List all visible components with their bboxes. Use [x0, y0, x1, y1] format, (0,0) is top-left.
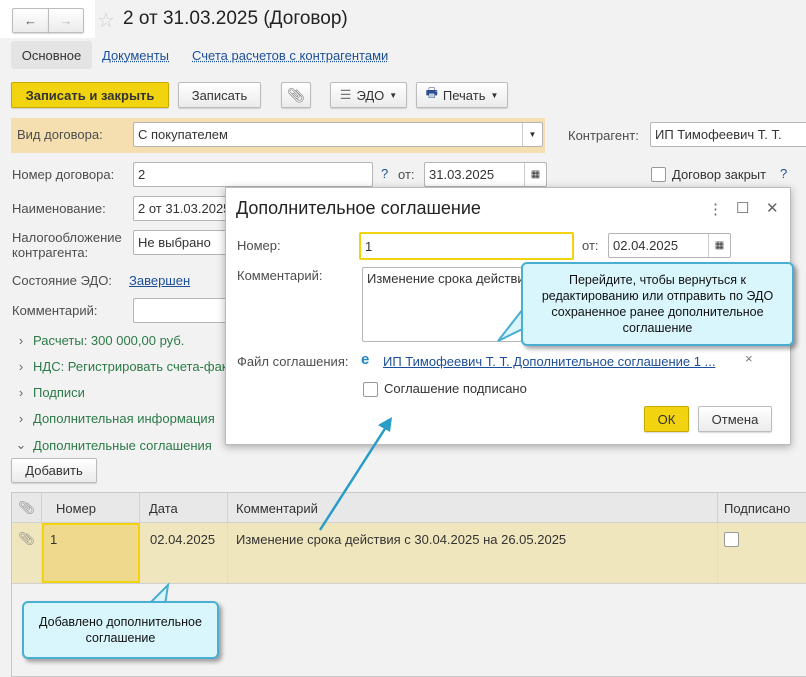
- arrow-line: [318, 423, 390, 531]
- callout-top: Перейдите, чтобы вернуться к редактирова…: [521, 262, 794, 346]
- callout-bottom: Добавлено дополнительное соглашение: [22, 601, 219, 659]
